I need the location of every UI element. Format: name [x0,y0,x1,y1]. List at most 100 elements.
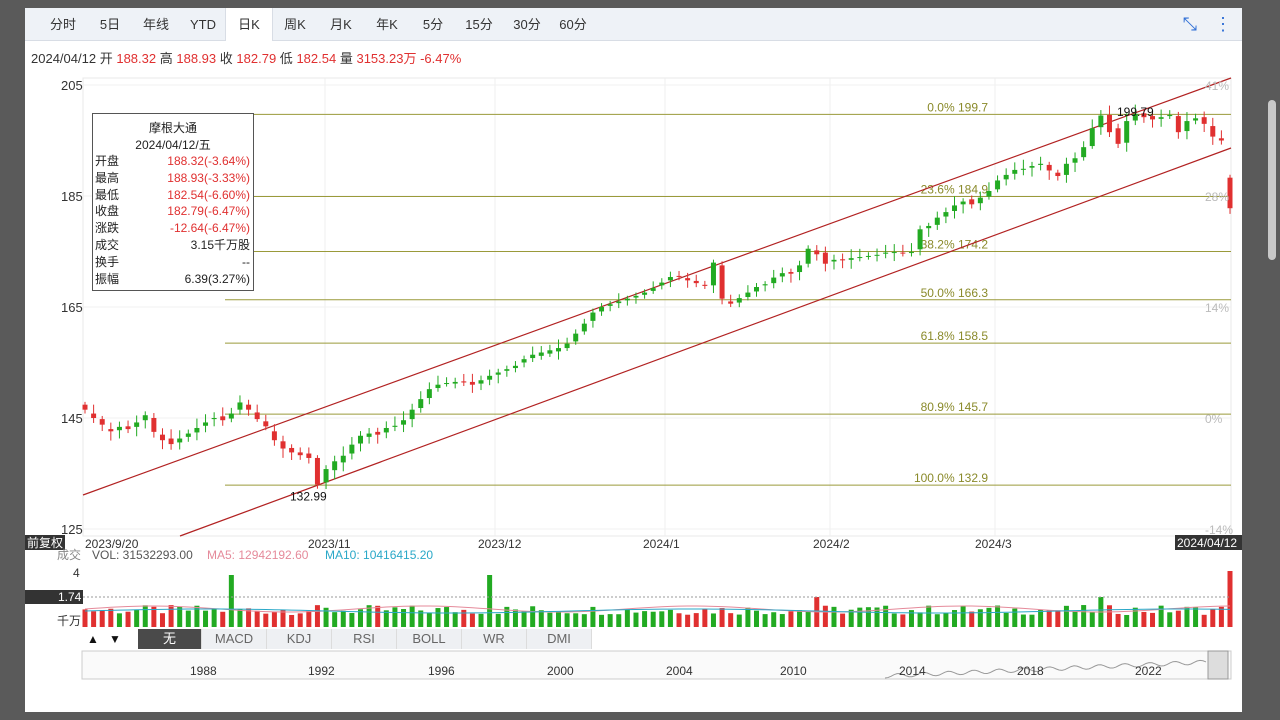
volume-bar [203,610,209,627]
volume-bar [1081,605,1087,627]
candle-body [401,420,407,425]
volume-bar [409,605,415,627]
volume-bar [977,609,983,627]
volume-bar [340,610,346,627]
candle-body [177,438,183,443]
volume-bar [478,613,484,627]
volume-bar [616,614,622,627]
price-axis: 125 145 165 185 205 [61,78,83,537]
percent-tick-label: 0% [1205,412,1223,426]
candle-body [1012,169,1018,174]
candle-body [469,381,475,385]
candle-body [512,365,518,369]
price-tick-label: 145 [61,411,83,426]
candle-body [246,404,252,410]
indicator-up-arrow[interactable]: ▲ [82,629,104,649]
volume-bar [134,609,140,627]
timeline-handle[interactable] [1207,650,1229,680]
volume-bar [745,607,751,627]
volume-bar [891,613,897,627]
indicator-macd[interactable]: MACD [202,629,267,649]
volume-bar [986,607,992,627]
candlesticks [82,104,1233,489]
indicator-kdj[interactable]: KDJ [267,629,332,649]
volume-bar [1227,571,1233,627]
indicator-wr[interactable]: WR [462,629,527,649]
volume-bar [573,613,579,627]
info-rows: 开盘 188.32(-3.64%) 最高 188.93(-3.33%) 最低 182.54… [93,153,253,287]
indicator-dmi[interactable]: DMI [527,629,592,649]
volume-bar [108,608,114,627]
candle-body [779,273,785,277]
candle-body [1020,168,1026,170]
date-tick-label: 2024/3 [975,537,1012,551]
info-row-key: 成交 [95,237,120,252]
candle-body [220,416,226,421]
volume-bar [375,605,381,627]
volume-bar [1029,614,1035,627]
volume-bar [762,614,768,627]
volume-bar [685,614,691,627]
volume-bar [719,608,725,627]
volume-bar [168,605,174,627]
volume-bar [1106,605,1112,627]
candle-body [1106,114,1112,133]
candle-body [762,284,768,286]
volume-bar [926,605,932,627]
volume-bar [99,610,105,627]
candle-body [134,422,140,427]
low-annotation: 132.99 [290,490,327,504]
volume-bar [659,611,665,627]
candle-body [710,262,716,286]
volume-bar [788,611,794,627]
volume-bar [495,613,501,627]
volume-bar [297,613,303,627]
volume-bar [633,612,639,627]
candle-body [151,418,157,432]
candle-body [943,212,949,217]
volume-bar [754,610,760,627]
info-row-value: 188.93(-3.33%) [167,170,250,185]
candle-body [667,277,673,281]
indicator-rsi[interactable]: RSI [332,629,397,649]
candle-body [840,259,846,261]
candle-body [340,455,346,463]
volume-bar [831,606,837,627]
info-tooltip: 摩根大通 2024/04/12/五 开盘 188.32(-3.64%) 最高 188.… [92,113,254,291]
info-row-value: 6.39(3.27%) [184,271,250,286]
percent-tick-label: -14% [1205,523,1233,537]
candle-body [1038,163,1044,165]
candle-body [805,248,811,264]
info-row: 最低 182.54(-6.60%) [93,187,253,204]
candle-body [934,217,940,225]
candle-body [874,254,880,256]
volume-bar [969,611,975,627]
info-row: 收盘 182.79(-6.47%) [93,203,253,220]
volume-bar [159,613,165,627]
volume-bar [1167,612,1173,627]
volume-bar [125,611,131,627]
indicator-down-arrow[interactable]: ▼ [104,629,126,649]
candle-body [1175,116,1181,133]
info-date: 2024/04/12/五 [135,138,211,152]
timeline-navigator [81,650,1232,680]
indicator-boll[interactable]: BOLL [397,629,462,649]
volume-header-ma10: MA10: 10416415.20 [325,548,433,562]
candle-body [366,433,372,437]
fib-label: 80.9% 145.7 [921,400,989,414]
candle-body [332,461,338,471]
candle-body [91,413,97,418]
candle-body [960,201,966,205]
candle-body [194,427,200,433]
indicator-none[interactable]: 无 [138,629,202,649]
volume-bar [676,613,682,627]
page-scrollbar[interactable] [1268,100,1276,260]
candle-body [1081,147,1087,158]
candle-body [461,381,467,383]
candle-body [676,275,682,277]
candle-body [357,435,363,444]
volume-bar [401,609,407,627]
volume-bar [469,613,475,627]
volume-bar [1072,610,1078,627]
info-row-key: 最高 [95,170,120,185]
